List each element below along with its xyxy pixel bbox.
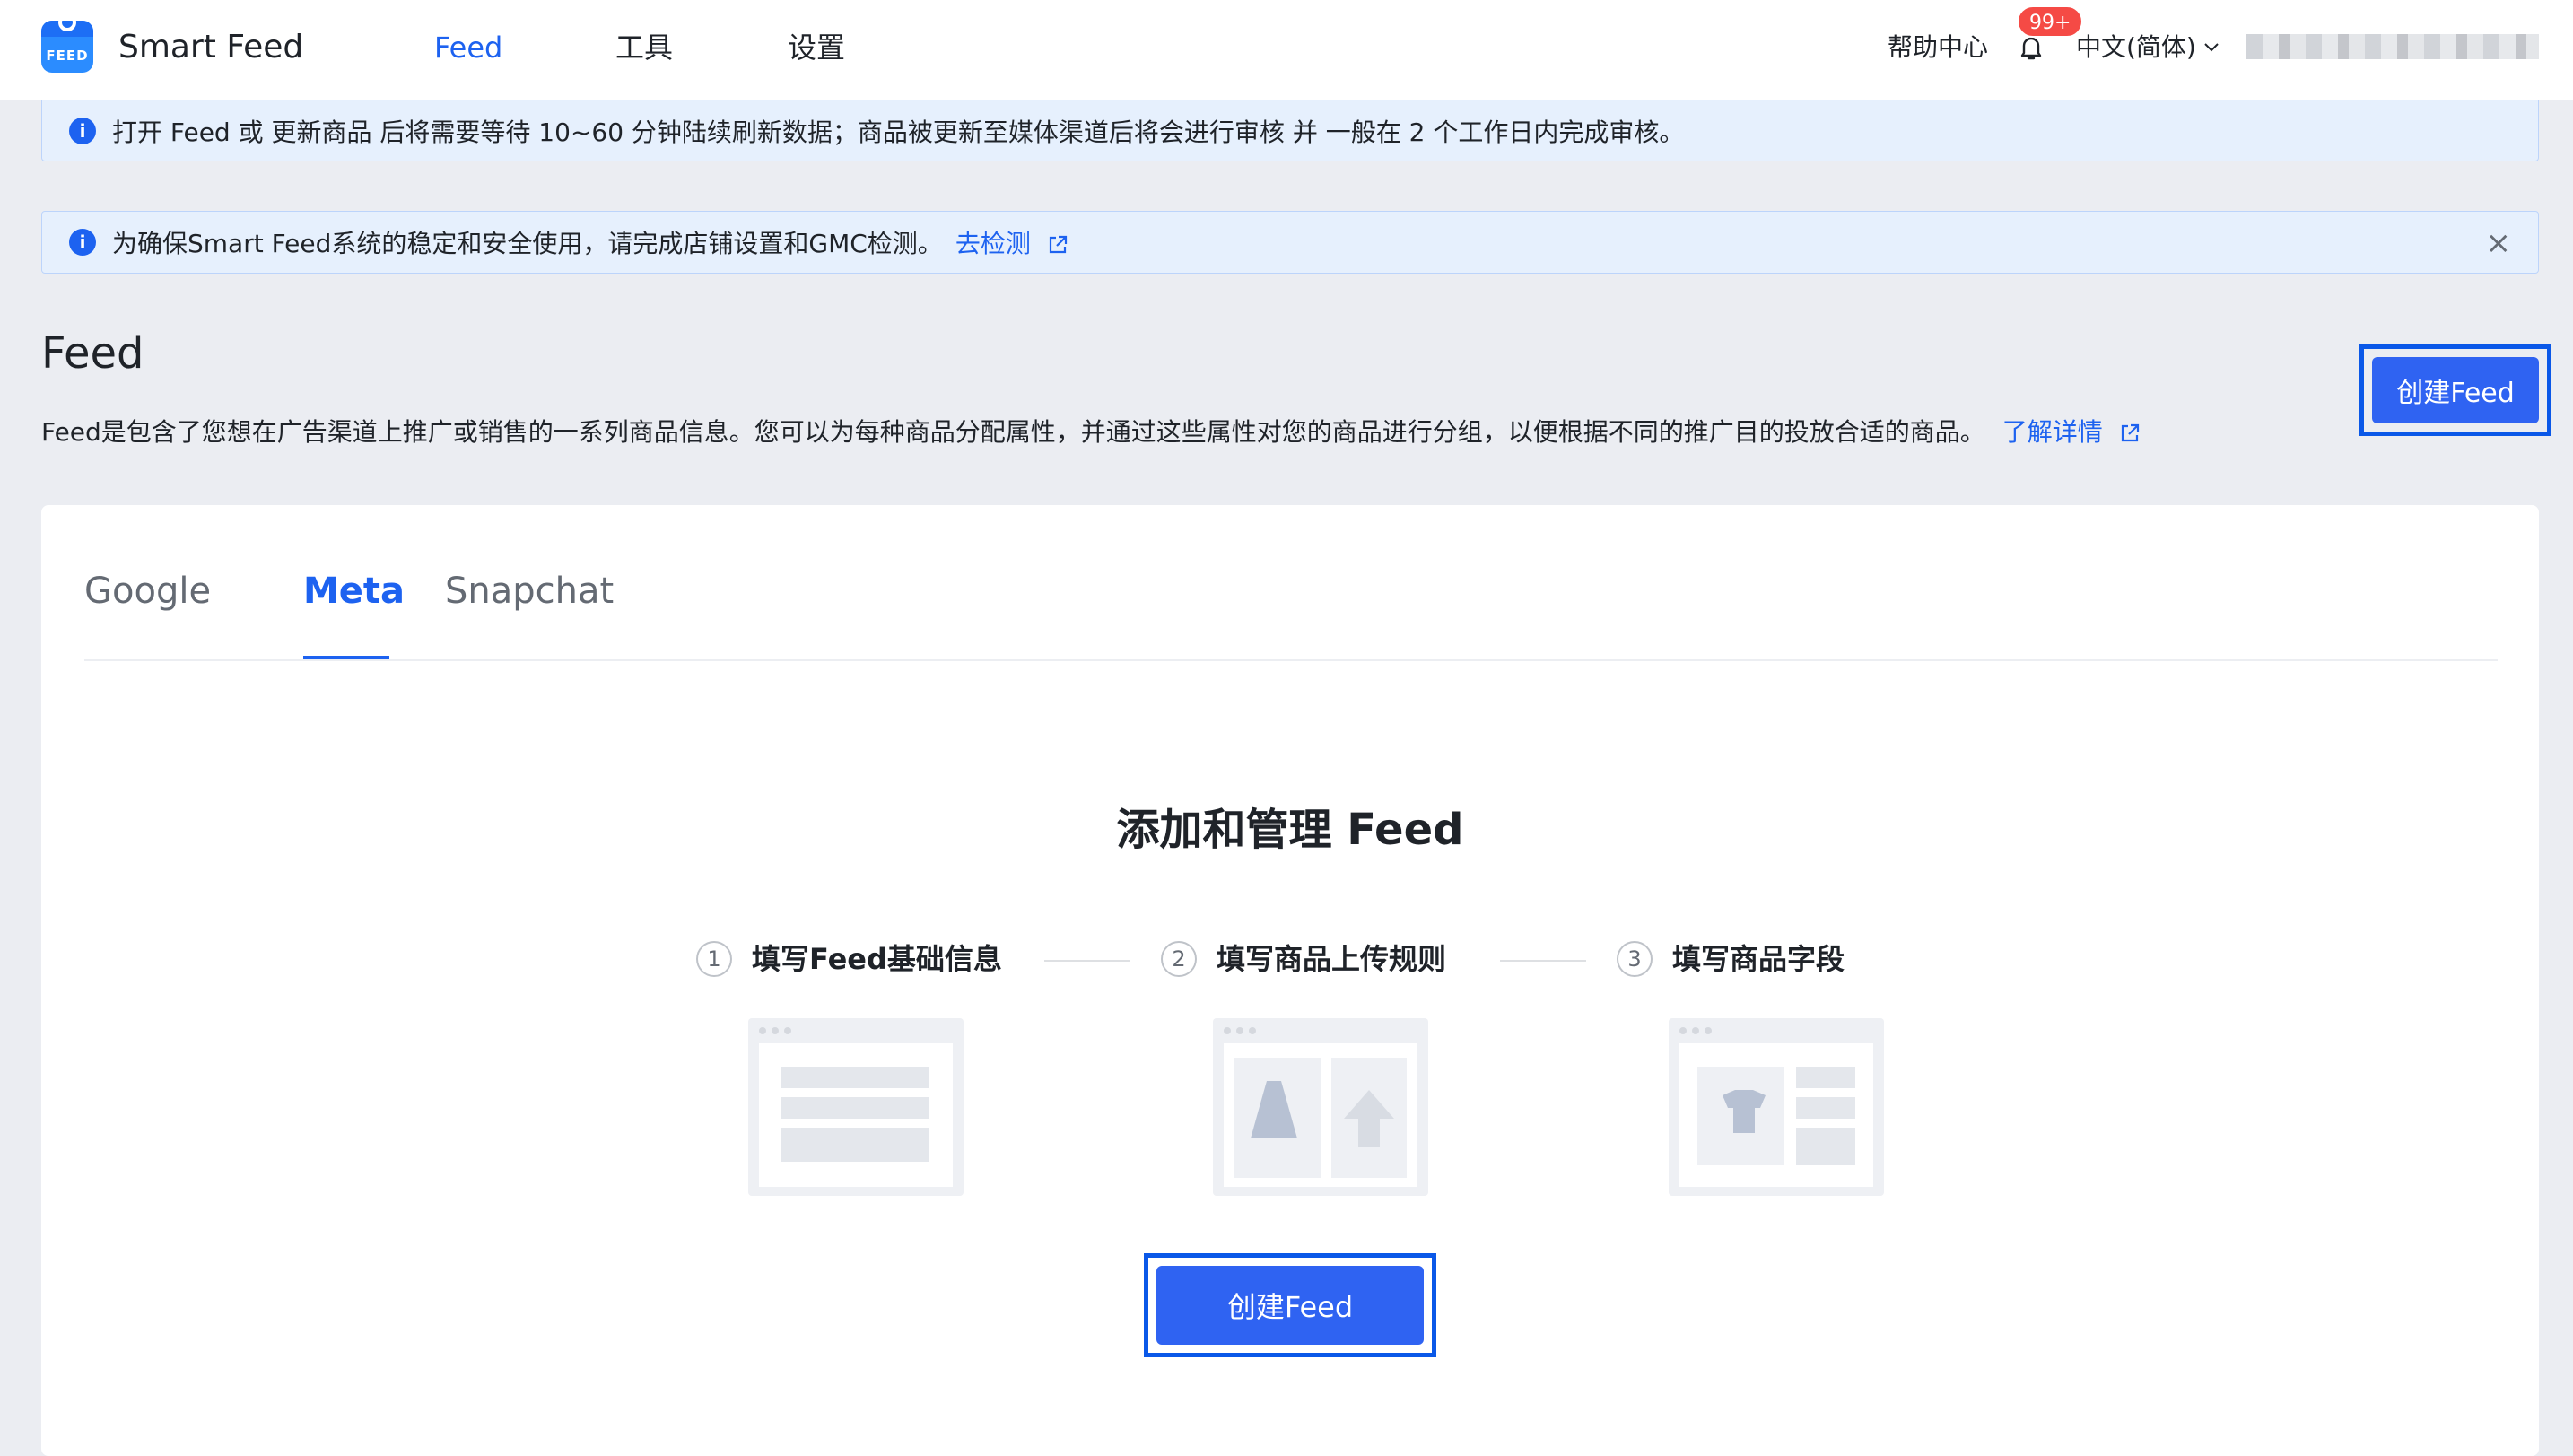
channel-tabs: Google Meta Snapchat: [84, 541, 2498, 661]
tab-snapchat[interactable]: Snapchat: [445, 566, 614, 616]
user-account-blurred[interactable]: [2246, 34, 2539, 59]
form-illustration-icon: [748, 1018, 964, 1196]
external-link-icon: [1049, 235, 1067, 254]
page-title: Feed: [41, 328, 144, 379]
tab-google[interactable]: Google: [84, 566, 211, 616]
language-label: 中文(简体): [2076, 32, 2196, 62]
product-upload-illustration-icon: [1213, 1018, 1428, 1196]
tab-meta[interactable]: Meta: [303, 566, 405, 616]
step-number: 1: [696, 941, 732, 977]
page-description: Feed是包含了您想在广告渠道上推广或销售的一系列商品信息。您可以为每种商品分配…: [41, 414, 2141, 450]
check-link-label: 去检测: [955, 229, 1031, 258]
sync-notice-alert: i 打开 Feed 或 更新商品 后将需要等待 10~60 分钟陆续刷新数据；商…: [41, 100, 2539, 161]
language-selector[interactable]: 中文(简体): [2076, 29, 2220, 66]
app-title: Smart Feed: [118, 29, 304, 65]
check-link[interactable]: 去检测: [955, 224, 1069, 260]
logo-text: FEED: [46, 48, 89, 64]
feed-card: Google Meta Snapchat 添加和管理 Feed 1 填写Feed…: [41, 505, 2539, 1456]
step-number: 3: [1617, 941, 1653, 977]
description-text: Feed是包含了您想在广告渠道上推广或销售的一系列商品信息。您可以为每种商品分配…: [41, 417, 1985, 447]
sync-notice-text: 打开 Feed 或 更新商品 后将需要等待 10~60 分钟陆续刷新数据；商品被…: [112, 117, 1685, 147]
chevron-down-icon: [2204, 43, 2219, 52]
nav-item-tools[interactable]: 工具: [615, 25, 673, 70]
info-icon: i: [69, 229, 96, 256]
step-connector: [1044, 960, 1130, 962]
check-notice-alert: i 为确保Smart Feed系统的稳定和安全使用，请完成店铺设置和GMC检测。…: [41, 211, 2539, 274]
create-feed-button-header[interactable]: 创建Feed: [2372, 357, 2539, 423]
active-tab-indicator: [303, 656, 389, 659]
step-number: 2: [1161, 941, 1197, 977]
step-1: 1 填写Feed基础信息: [696, 939, 1002, 979]
empty-state-title: 添加和管理 Feed: [1116, 805, 1464, 855]
step-connector: [1500, 960, 1586, 962]
notification-badge: 99+: [2017, 5, 2084, 38]
nav-item-feed[interactable]: Feed: [434, 25, 502, 70]
step-label: 填写商品字段: [1672, 942, 1845, 976]
step-label: 填写商品上传规则: [1217, 942, 1447, 976]
help-center-link[interactable]: 帮助中心: [1888, 29, 1988, 66]
learn-more-link[interactable]: 了解详情: [2002, 417, 2141, 447]
step-3: 3 填写商品字段: [1617, 939, 1845, 979]
create-feed-button-empty-state[interactable]: 创建Feed: [1156, 1266, 1424, 1345]
info-icon: i: [69, 117, 96, 144]
step-label: 填写Feed基础信息: [752, 942, 1002, 976]
step-2: 2 填写商品上传规则: [1161, 939, 1446, 979]
top-navigation-bar: FEED Smart Feed Feed 工具 设置 帮助中心 99+ 中文(简…: [0, 0, 2573, 100]
check-notice-text: 为确保Smart Feed系统的稳定和安全使用，请完成店铺设置和GMC检测。: [112, 229, 943, 258]
learn-more-label: 了解详情: [2002, 417, 2103, 447]
app-logo[interactable]: FEED: [41, 21, 93, 73]
close-icon[interactable]: ×: [2486, 228, 2512, 258]
product-fields-illustration-icon: [1669, 1018, 1884, 1196]
external-link-icon: [2121, 423, 2139, 442]
nav-item-settings[interactable]: 设置: [788, 25, 845, 70]
